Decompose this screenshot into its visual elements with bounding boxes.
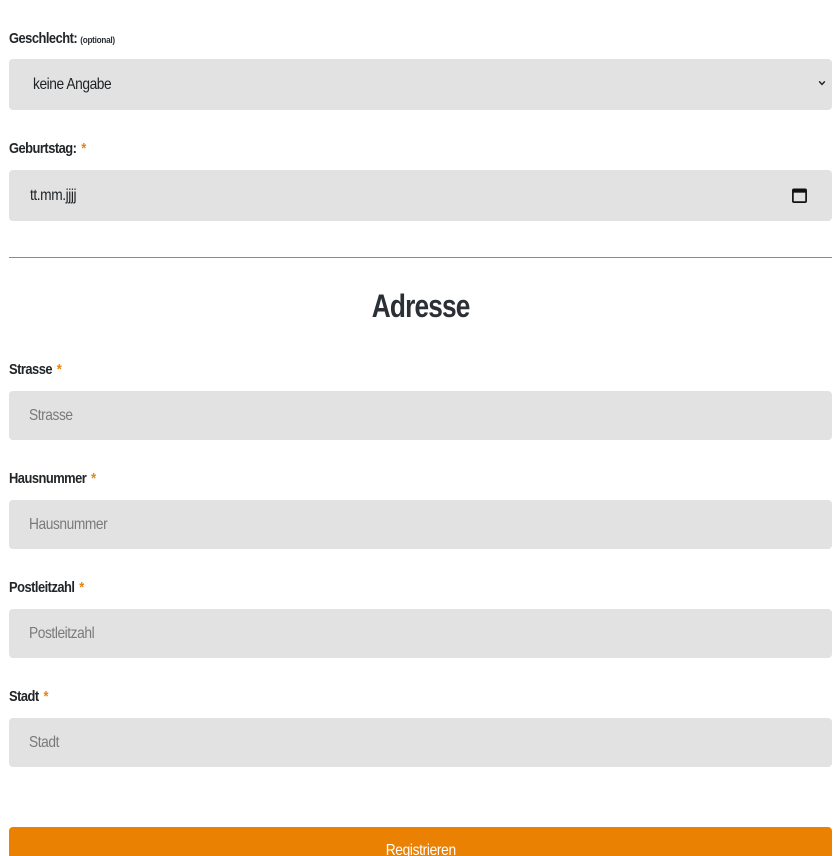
birthday-label: Geburtstag: * xyxy=(9,140,86,157)
postal-code-input[interactable]: Postleitzahl xyxy=(9,609,832,658)
city-label-text: Stadt xyxy=(9,688,39,705)
required-mark: * xyxy=(81,140,86,157)
city-input[interactable]: Stadt xyxy=(9,718,832,767)
address-section-title: Adresse xyxy=(9,288,832,325)
required-mark: * xyxy=(91,470,96,487)
chevron-down-icon xyxy=(818,80,826,86)
address-title-text: Adresse xyxy=(371,288,471,324)
house-number-label-text: Hausnummer xyxy=(9,470,87,487)
street-input[interactable]: Strasse xyxy=(9,391,832,440)
city-label: Stadt * xyxy=(9,688,49,705)
birthday-label-text: Geburtstag: xyxy=(9,140,77,157)
gender-select[interactable]: keine Angabe xyxy=(9,59,832,110)
register-button-label: Registrieren xyxy=(385,842,456,856)
gender-selected-value: keine Angabe xyxy=(33,75,112,93)
calendar-icon[interactable] xyxy=(791,187,808,204)
required-mark: * xyxy=(79,579,84,596)
gender-label-text: Geschlecht: xyxy=(9,30,78,47)
city-placeholder: Stadt xyxy=(29,733,59,751)
house-number-placeholder: Hausnummer xyxy=(29,515,108,533)
required-mark: * xyxy=(56,361,62,378)
house-number-input[interactable]: Hausnummer xyxy=(9,500,832,549)
birthday-value: tt.mm.jjjj xyxy=(30,186,77,204)
postal-code-placeholder: Postleitzahl xyxy=(29,624,95,642)
birthday-date-input[interactable]: tt.mm.jjjj xyxy=(9,170,832,221)
optional-hint: (optional) xyxy=(80,35,115,46)
register-button[interactable]: Registrieren xyxy=(9,827,832,856)
street-placeholder: Strasse xyxy=(29,406,73,424)
required-mark: * xyxy=(43,688,48,705)
gender-label: Geschlecht: (optional) xyxy=(9,30,115,47)
house-number-label: Hausnummer * xyxy=(9,470,96,487)
postal-code-label-text: Postleitzahl xyxy=(9,579,75,596)
street-label: Strasse * xyxy=(9,361,62,378)
postal-code-label: Postleitzahl * xyxy=(9,579,84,596)
street-label-text: Strasse xyxy=(9,361,53,378)
section-divider xyxy=(9,257,832,258)
